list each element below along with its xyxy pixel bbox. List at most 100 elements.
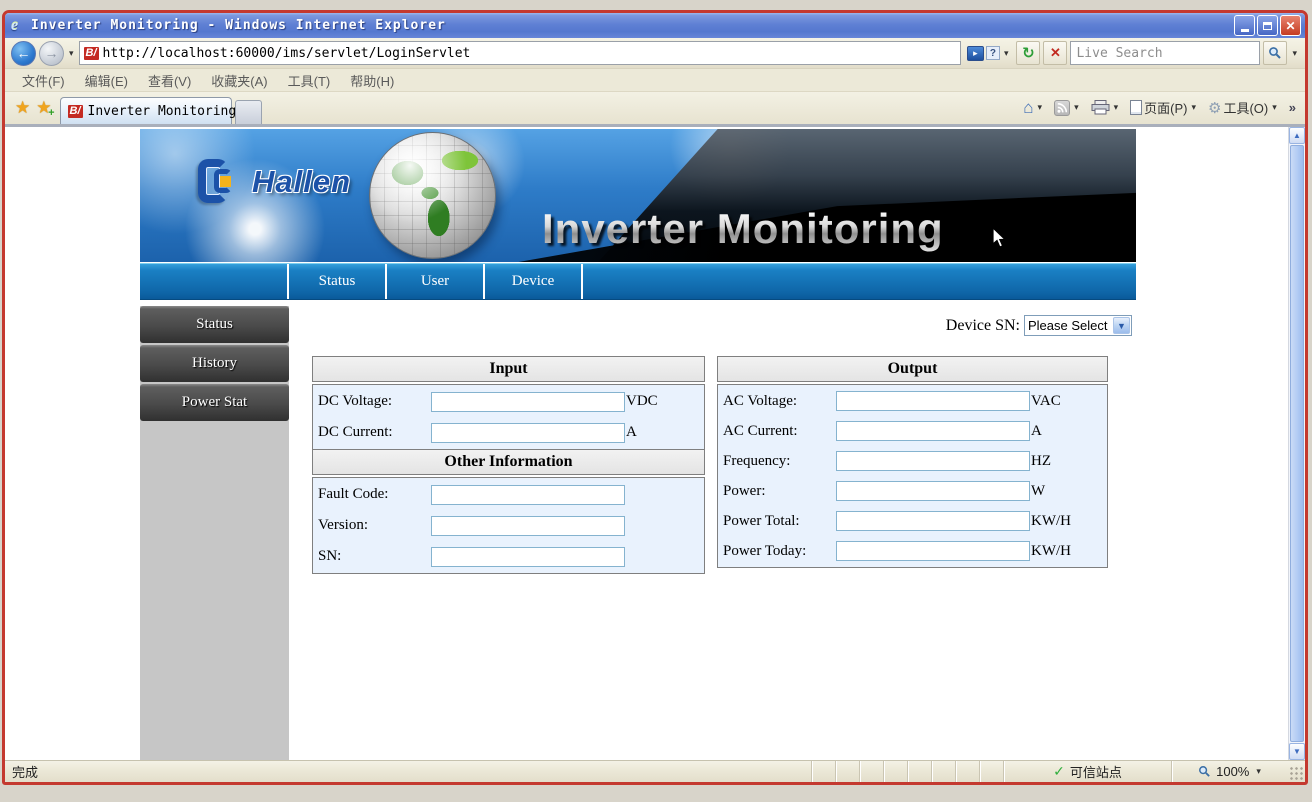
back-button[interactable]: ←: [11, 41, 36, 66]
refresh-button[interactable]: ↻: [1016, 41, 1040, 65]
menu-item[interactable]: 工具(T): [279, 69, 340, 92]
page-menu-button[interactable]: 页面(P) ▾: [1127, 97, 1201, 118]
resize-grip[interactable]: [1289, 766, 1303, 780]
field-label: Power:: [723, 483, 836, 500]
search-input[interactable]: [1071, 46, 1259, 61]
feeds-button[interactable]: ▾: [1051, 99, 1084, 117]
menu-item[interactable]: 文件(F): [13, 69, 74, 92]
field-label: DC Current:: [318, 424, 431, 441]
search-button[interactable]: [1263, 41, 1287, 65]
field-label: Version:: [318, 517, 431, 534]
sidebar-button[interactable]: Power Stat: [140, 384, 289, 421]
scroll-up-icon[interactable]: ▲: [1289, 127, 1305, 144]
restore-icon: [1263, 22, 1272, 30]
title-bar[interactable]: e Inverter Monitoring - Windows Internet…: [5, 13, 1305, 38]
toolbar-overflow-icon[interactable]: »: [1286, 100, 1299, 115]
forward-button[interactable]: →: [39, 41, 64, 66]
field-input[interactable]: [431, 423, 625, 443]
field-unit: HZ: [1031, 453, 1051, 470]
field-input[interactable]: [431, 547, 625, 567]
panel-row: AC Current: A: [718, 416, 1107, 446]
field-label: AC Voltage:: [723, 393, 836, 410]
field-input[interactable]: [836, 541, 1030, 561]
trusted-check-icon: ✓: [1053, 764, 1065, 780]
printer-icon: [1091, 100, 1110, 115]
field-label: Fault Code:: [318, 486, 431, 503]
panel-row: Version:: [313, 510, 704, 541]
address-dropdown-icon[interactable]: ▾: [1002, 48, 1011, 59]
url-input[interactable]: [103, 46, 956, 61]
print-button[interactable]: ▾: [1088, 99, 1124, 116]
home-icon: ⌂: [1023, 101, 1033, 115]
menu-item[interactable]: 收藏夹(A): [202, 69, 276, 92]
zoom-control[interactable]: 100% ▾: [1171, 761, 1289, 782]
sidebar-button[interactable]: History: [140, 345, 289, 382]
field-input[interactable]: [836, 391, 1030, 411]
field-input[interactable]: [836, 511, 1030, 531]
home-button[interactable]: ⌂▾: [1020, 100, 1047, 116]
output-panel-title: Output: [717, 356, 1108, 382]
nav-item[interactable]: Status: [289, 264, 387, 299]
select-dropdown-icon[interactable]: ▼: [1113, 317, 1130, 334]
panel-row: SN:: [313, 541, 704, 572]
field-label: AC Current:: [723, 423, 836, 440]
rss-feed-icon: [1054, 100, 1070, 116]
device-sn-value: Please Select: [1025, 318, 1112, 333]
field-unit: VDC: [626, 393, 658, 410]
close-button[interactable]: ✕: [1280, 15, 1301, 36]
tools-menu-button[interactable]: ⚙ 工具(O) ▾: [1205, 97, 1282, 118]
brand-logo: Hallen: [198, 159, 351, 205]
add-favorite-icon[interactable]: ★+: [36, 98, 51, 118]
field-unit: KW/H: [1031, 513, 1071, 530]
web-page: Hallen Inverter Monitoring StatusUserDev…: [5, 127, 1288, 760]
magnifier-icon: [1268, 46, 1282, 60]
stop-button[interactable]: ✕: [1043, 41, 1067, 65]
scrollbar-thumb[interactable]: [1290, 145, 1304, 742]
field-label: Power Today:: [723, 543, 836, 560]
favorites-star-icon[interactable]: ★: [15, 98, 30, 118]
desktop: e Inverter Monitoring - Windows Internet…: [0, 0, 1312, 802]
panel-row: DC Current: A: [313, 417, 704, 448]
mouse-cursor: [992, 227, 1008, 249]
top-nav: StatusUserDevice: [140, 263, 1136, 300]
security-zone[interactable]: ✓ 可信站点: [1003, 761, 1171, 782]
stop-icon: ✕: [1050, 45, 1061, 61]
field-input[interactable]: [836, 421, 1030, 441]
field-input[interactable]: [431, 392, 625, 412]
field-input[interactable]: [431, 485, 625, 505]
address-help-icon[interactable]: ?: [986, 46, 1000, 60]
vertical-scrollbar[interactable]: ▲ ▼: [1288, 127, 1305, 760]
field-label: SN:: [318, 548, 431, 565]
gear-icon: ⚙: [1208, 99, 1221, 117]
banner-title: Inverter Monitoring: [542, 205, 944, 253]
other-information-panel: Other Information Fault Code: Version:: [312, 449, 705, 574]
other-panel-title: Other Information: [312, 449, 705, 475]
menu-item[interactable]: 帮助(H): [341, 69, 403, 92]
menu-item[interactable]: 编辑(E): [76, 69, 137, 92]
device-sn-select[interactable]: Please Select ▼: [1024, 315, 1132, 336]
history-dropdown-icon[interactable]: ▾: [67, 48, 76, 59]
field-input[interactable]: [836, 481, 1030, 501]
field-unit: VAC: [1031, 393, 1061, 410]
new-tab-button[interactable]: [235, 100, 262, 124]
restore-button[interactable]: [1257, 15, 1278, 36]
field-input[interactable]: [431, 516, 625, 536]
field-label: Power Total:: [723, 513, 836, 530]
minimize-button[interactable]: [1234, 15, 1255, 36]
live-search-box[interactable]: [1070, 41, 1260, 65]
search-options-dropdown-icon[interactable]: ▾: [1290, 48, 1299, 59]
tab-inverter-monitoring[interactable]: B/ Inverter Monitoring: [60, 97, 232, 124]
nav-item[interactable]: User: [387, 264, 485, 299]
menu-item[interactable]: 查看(V): [139, 69, 200, 92]
zoom-dropdown-icon[interactable]: ▾: [1254, 766, 1263, 777]
minimize-icon: [1241, 29, 1249, 32]
nav-item[interactable]: Device: [485, 264, 583, 299]
zoom-magnifier-icon: [1198, 765, 1211, 778]
field-input[interactable]: [836, 451, 1030, 471]
sidebar-button[interactable]: Status: [140, 306, 289, 343]
scroll-down-icon[interactable]: ▼: [1289, 743, 1305, 760]
compatibility-icon[interactable]: ▸: [967, 46, 984, 61]
address-field[interactable]: B/: [79, 41, 961, 65]
panel-row: Power: W: [718, 476, 1107, 506]
site-favicon-icon: B/: [84, 47, 99, 60]
